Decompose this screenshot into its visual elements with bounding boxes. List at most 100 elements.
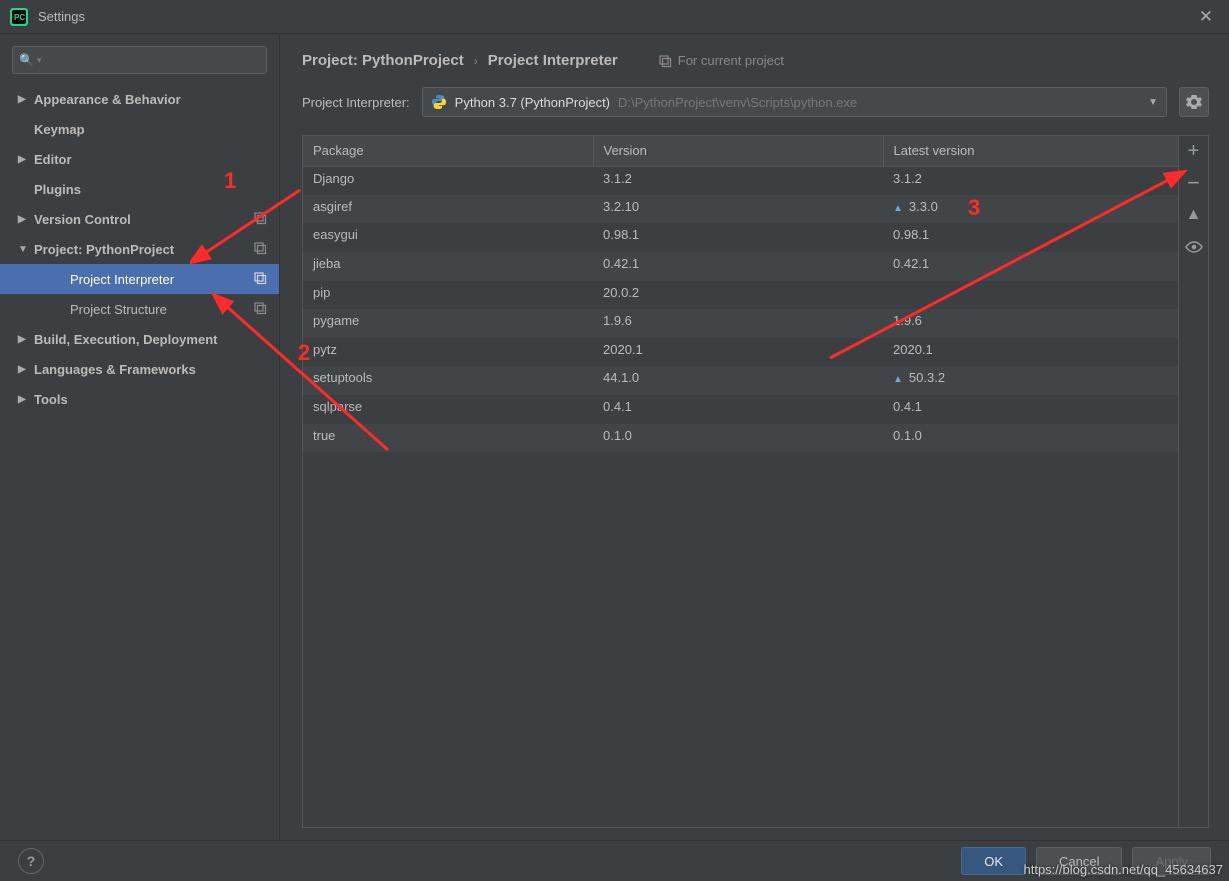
sidebar-item-editor[interactable]: ▶Editor xyxy=(0,144,279,174)
package-name: Django xyxy=(303,166,593,195)
sidebar-item-project-interpreter[interactable]: Project Interpreter xyxy=(0,264,279,294)
sidebar-item-label: Editor xyxy=(34,152,72,167)
package-version: 3.2.10 xyxy=(593,195,883,224)
table-row[interactable]: Django3.1.23.1.2 xyxy=(303,166,1178,195)
settings-content: Project: PythonProject › Project Interpr… xyxy=(280,34,1229,840)
table-row[interactable]: setuptools44.1.0▲50.3.2 xyxy=(303,366,1178,395)
eye-icon xyxy=(1185,241,1203,253)
package-version: 0.98.1 xyxy=(593,223,883,252)
package-version: 0.1.0 xyxy=(593,424,883,453)
pycharm-logo-icon: PC xyxy=(10,8,28,26)
package-name: pygame xyxy=(303,309,593,338)
sidebar-item-label: Tools xyxy=(34,392,68,407)
copy-icon xyxy=(253,271,267,285)
table-row[interactable]: asgiref3.2.10▲3.3.0 xyxy=(303,195,1178,224)
sidebar-item-project-structure[interactable]: Project Structure xyxy=(0,294,279,324)
chevron-down-icon: ▼ xyxy=(1148,97,1158,108)
sidebar-item-label: Project Interpreter xyxy=(70,272,174,287)
table-row[interactable]: true0.1.00.1.0 xyxy=(303,424,1178,453)
package-latest: 1.9.6 xyxy=(883,309,1178,338)
chevron-right-icon: ▶ xyxy=(18,154,32,165)
packages-table: Package Version Latest version Django 3.1… xyxy=(303,136,1178,827)
remove-package-button[interactable]: − xyxy=(1183,172,1205,194)
interpreter-dropdown[interactable]: Python 3.7 (PythonProject) D:\PythonProj… xyxy=(422,87,1167,117)
copy-icon xyxy=(253,211,267,225)
table-row[interactable]: pip20.0.2 xyxy=(303,281,1178,310)
interpreter-path: D:\PythonProject\venv\Scripts\python.exe xyxy=(618,95,1140,110)
package-name: pip xyxy=(303,281,593,310)
chevron-right-icon: › xyxy=(474,54,478,68)
upgrade-package-button[interactable]: ▲ xyxy=(1183,204,1205,226)
for-current-project-label: For current project xyxy=(678,53,784,68)
package-latest: 0.98.1 xyxy=(883,223,1178,252)
packages-panel: Package Version Latest version Django 3.1… xyxy=(302,135,1209,828)
table-row[interactable]: pytz2020.12020.1 xyxy=(303,338,1178,367)
sidebar-item-label: Plugins xyxy=(34,182,81,197)
package-name: asgiref xyxy=(303,195,593,224)
chevron-down-icon: ▼ xyxy=(18,244,32,255)
add-package-button[interactable]: + xyxy=(1183,140,1205,162)
column-version[interactable]: Version xyxy=(593,136,883,166)
sidebar-item-plugins[interactable]: Plugins xyxy=(0,174,279,204)
sidebar-item-label: Languages & Frameworks xyxy=(34,362,196,377)
column-package[interactable]: Package xyxy=(303,136,593,166)
sidebar-item-languages-frameworks[interactable]: ▶Languages & Frameworks xyxy=(0,354,279,384)
chevron-right-icon: ▶ xyxy=(18,394,32,405)
breadcrumb-project[interactable]: Project: PythonProject xyxy=(302,52,464,69)
sidebar-item-label: Keymap xyxy=(34,122,85,137)
sidebar-item-project-pythonproject[interactable]: ▼Project: PythonProject xyxy=(0,234,279,264)
sidebar-item-label: Project Structure xyxy=(70,302,167,317)
interpreter-settings-button[interactable] xyxy=(1179,87,1209,117)
window-title: Settings xyxy=(38,9,1193,24)
chevron-down-icon: ▾ xyxy=(37,55,42,66)
interpreter-name: Python 3.7 (PythonProject) xyxy=(455,95,610,110)
copy-icon xyxy=(253,241,267,255)
column-latest[interactable]: Latest version xyxy=(883,136,1178,166)
breadcrumb: Project: PythonProject › Project Interpr… xyxy=(302,52,1209,69)
help-button[interactable]: ? xyxy=(18,848,44,874)
upgrade-available-icon: ▲ xyxy=(893,203,903,214)
python-icon xyxy=(431,94,447,110)
settings-sidebar: 🔍▾ ▶Appearance & BehaviorKeymap▶EditorPl… xyxy=(0,34,280,840)
sidebar-item-appearance-behavior[interactable]: ▶Appearance & Behavior xyxy=(0,84,279,114)
upgrade-available-icon: ▲ xyxy=(893,374,903,385)
chevron-right-icon: ▶ xyxy=(18,94,32,105)
package-version: 44.1.0 xyxy=(593,366,883,395)
watermark: https://blog.csdn.net/qq_45634637 xyxy=(1024,862,1224,877)
package-latest: 0.1.0 xyxy=(883,424,1178,453)
table-row[interactable]: sqlparse0.4.10.4.1 xyxy=(303,395,1178,424)
package-name: pytz xyxy=(303,338,593,367)
show-early-releases-button[interactable] xyxy=(1183,236,1205,258)
package-name: jieba xyxy=(303,252,593,281)
close-icon[interactable]: ✕ xyxy=(1193,7,1219,27)
sidebar-item-build-execution-deployment[interactable]: ▶Build, Execution, Deployment xyxy=(0,324,279,354)
package-latest: ▲3.3.0 xyxy=(883,195,1178,224)
package-latest xyxy=(883,281,1178,310)
package-latest: 0.42.1 xyxy=(883,252,1178,281)
table-row[interactable]: jieba0.42.10.42.1 xyxy=(303,252,1178,281)
ok-button[interactable]: OK xyxy=(961,847,1026,875)
search-input[interactable]: 🔍▾ xyxy=(12,46,267,74)
package-version: 2020.1 xyxy=(593,338,883,367)
package-name: easygui xyxy=(303,223,593,252)
package-latest: 3.1.2 xyxy=(883,166,1178,195)
chevron-right-icon: ▶ xyxy=(18,334,32,345)
package-latest: 0.4.1 xyxy=(883,395,1178,424)
sidebar-item-version-control[interactable]: ▶Version Control xyxy=(0,204,279,234)
for-current-project-badge: For current project xyxy=(658,53,784,68)
package-version: 1.9.6 xyxy=(593,309,883,338)
sidebar-item-label: Project: PythonProject xyxy=(34,242,174,257)
table-row[interactable]: pygame1.9.61.9.6 xyxy=(303,309,1178,338)
interpreter-label: Project Interpreter: xyxy=(302,95,410,110)
package-actions: + − ▲ xyxy=(1178,136,1208,827)
package-latest: 2020.1 xyxy=(883,338,1178,367)
sidebar-item-label: Build, Execution, Deployment xyxy=(34,332,217,347)
table-row[interactable]: easygui0.98.10.98.1 xyxy=(303,223,1178,252)
package-name: setuptools xyxy=(303,366,593,395)
breadcrumb-page: Project Interpreter xyxy=(488,52,618,69)
package-version: 0.4.1 xyxy=(593,395,883,424)
package-name: true xyxy=(303,424,593,453)
sidebar-item-tools[interactable]: ▶Tools xyxy=(0,384,279,414)
chevron-right-icon: ▶ xyxy=(18,214,32,225)
sidebar-item-keymap[interactable]: Keymap xyxy=(0,114,279,144)
